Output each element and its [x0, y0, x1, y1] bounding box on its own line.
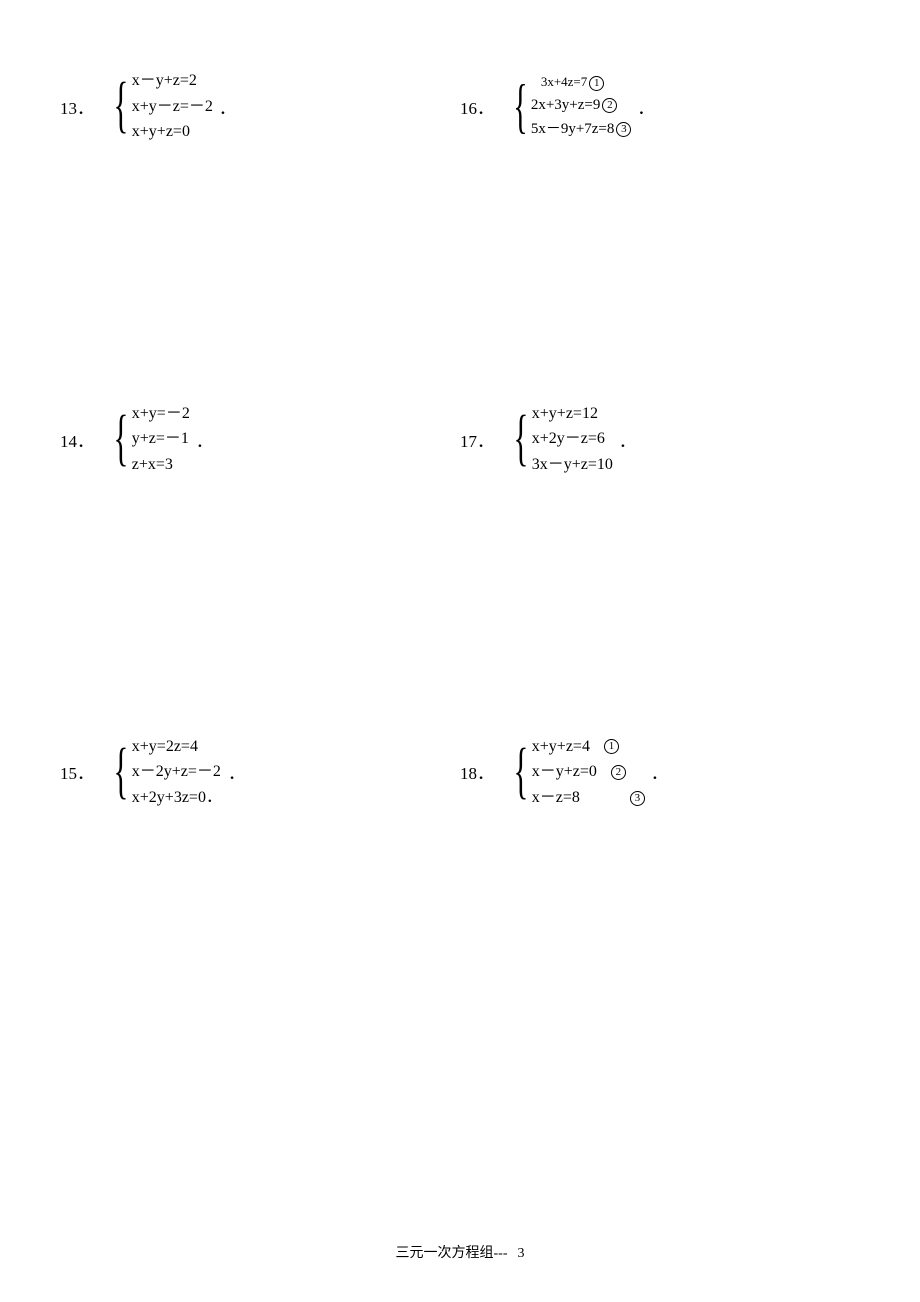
equation-system: { x+y=2z=4 x－2y+z=－2 x+2y+3z=0． — [106, 736, 222, 809]
circled-number-icon: 1 — [589, 76, 604, 91]
equation-line: x+2y+3z=0． — [132, 787, 222, 809]
equation-line: x－y+z=2 — [132, 70, 213, 92]
equation-line: x－z=83 — [532, 787, 645, 809]
equation-system: { 3x+4z=71 2x+3y+z=92 5x－9y+7z=83 — [506, 73, 631, 139]
brace-left: { — [513, 744, 528, 800]
equation-line: 2x+3y+z=92 — [531, 95, 632, 115]
circled-number-icon: 2 — [602, 98, 617, 113]
equation-line: x+2y－z=6 — [532, 428, 613, 450]
page-number: 3 — [518, 1246, 525, 1261]
brace-left: { — [113, 744, 128, 800]
brace-left: { — [113, 78, 128, 134]
equation-system: { x+y+z=41 x－y+z=02 x－z=83 — [506, 736, 645, 809]
brace-left: { — [113, 411, 128, 467]
equation-system: { x+y=－2 y+z=－1 z+x=3 — [106, 403, 190, 476]
trailing-period: ． — [196, 427, 213, 452]
trailing-period: ． — [219, 94, 236, 119]
equation-line: 3x+4z=71 — [531, 73, 632, 91]
equation-line: x+y+z=41 — [532, 736, 645, 758]
problem-17: 17． { x+y+z=12 x+2y－z=6 3x－y+z=10 ． — [460, 403, 860, 476]
brace-left: { — [513, 411, 528, 467]
problem-number: 14． — [60, 427, 94, 452]
equation-line: x+y=－2 — [132, 403, 190, 425]
problem-13: 13． { x－y+z=2 x+y－z=－2 x+y+z=0 ． — [60, 70, 460, 143]
problem-14: 14． { x+y=－2 y+z=－1 z+x=3 ． — [60, 403, 460, 476]
trailing-period: ． — [651, 759, 668, 784]
equation-line: y+z=－1 — [132, 428, 190, 450]
brace-left: { — [513, 79, 527, 133]
equation-line: x－2y+z=－2 — [132, 761, 222, 783]
trailing-period: ． — [228, 759, 245, 784]
trailing-period: ． — [637, 94, 654, 119]
circled-number-icon: 3 — [616, 122, 631, 137]
problem-number: 13． — [60, 94, 94, 119]
equations: x+y+z=12 x+2y－z=6 3x－y+z=10 — [532, 403, 613, 476]
problem-number: 17． — [460, 427, 494, 452]
equation-line: x+y+z=0 — [132, 121, 213, 143]
equations: x－y+z=2 x+y－z=－2 x+y+z=0 — [132, 70, 213, 143]
footer-text: 三元一次方程组--- — [396, 1246, 508, 1261]
equation-line: x－y+z=02 — [532, 761, 645, 783]
equations: x+y=－2 y+z=－1 z+x=3 — [132, 403, 190, 476]
equation-system: { x－y+z=2 x+y－z=－2 x+y+z=0 — [106, 70, 213, 143]
equations: x+y+z=41 x－y+z=02 x－z=83 — [532, 736, 645, 809]
equation-system: { x+y+z=12 x+2y－z=6 3x－y+z=10 — [506, 403, 613, 476]
equation-line: x+y－z=－2 — [132, 96, 213, 118]
equations: 3x+4z=71 2x+3y+z=92 5x－9y+7z=83 — [531, 73, 632, 139]
trailing-period: ． — [619, 427, 636, 452]
problem-number: 18． — [460, 759, 494, 784]
problem-18: 18． { x+y+z=41 x－y+z=02 x－z=83 ． — [460, 736, 860, 809]
circled-number-icon: 2 — [611, 765, 626, 780]
page-footer: 三元一次方程组--- 3 — [0, 1242, 920, 1262]
problem-16: 16． { 3x+4z=71 2x+3y+z=92 5x－9y+7z=83 ． — [460, 70, 860, 143]
equation-line: 3x－y+z=10 — [532, 454, 613, 476]
problem-number: 16． — [460, 94, 494, 119]
circled-number-icon: 1 — [604, 739, 619, 754]
equations: x+y=2z=4 x－2y+z=－2 x+2y+3z=0． — [132, 736, 222, 809]
equation-line: z+x=3 — [132, 454, 190, 476]
equation-line: 5x－9y+7z=83 — [531, 119, 632, 139]
problem-number: 15． — [60, 759, 94, 784]
equation-line: x+y=2z=4 — [132, 736, 222, 758]
equation-line: x+y+z=12 — [532, 403, 613, 425]
circled-number-icon: 3 — [630, 791, 645, 806]
problem-15: 15． { x+y=2z=4 x－2y+z=－2 x+2y+3z=0． ． — [60, 736, 460, 809]
